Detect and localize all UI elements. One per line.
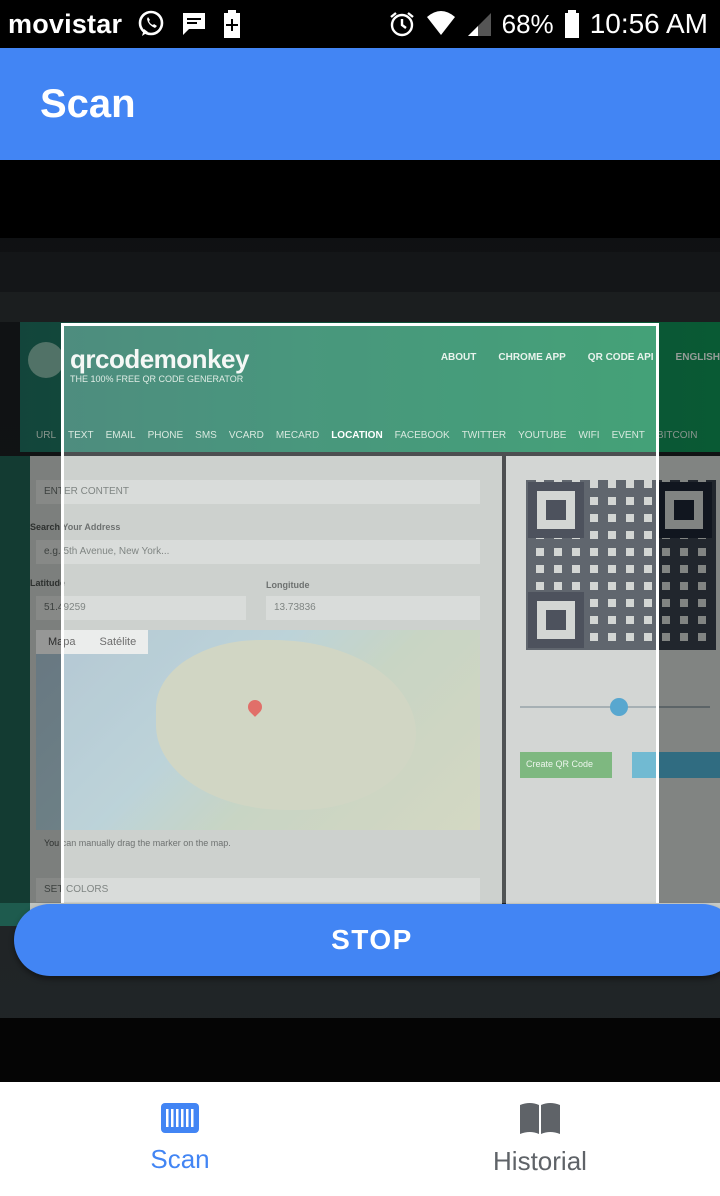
nav-label-scan: Scan <box>150 1144 210 1174</box>
page-title: Scan <box>40 81 136 126</box>
scan-shade-left <box>0 323 61 903</box>
nav-item-historial[interactable]: Historial <box>360 1082 720 1196</box>
signal-icon <box>466 11 492 37</box>
nav-item-scan[interactable]: Scan <box>0 1082 360 1196</box>
barcode-scan-icon <box>161 1103 199 1138</box>
wifi-icon <box>426 11 456 37</box>
book-icon <box>518 1101 562 1140</box>
stop-button[interactable]: STOP <box>14 904 720 976</box>
status-right: 68% 10:56 AM <box>388 8 708 40</box>
battery-saver-icon <box>222 9 242 39</box>
battery-percent: 68% <box>501 8 554 39</box>
scan-frame <box>61 323 659 903</box>
nav-label-historial: Historial <box>493 1146 587 1176</box>
carrier-name: movistar <box>8 8 123 39</box>
status-left: movistar <box>8 9 242 40</box>
scan-shade-top <box>0 160 720 323</box>
clock: 10:56 AM <box>589 8 708 39</box>
alarm-icon <box>388 10 416 38</box>
bottom-nav: Scan Historial <box>0 1082 720 1196</box>
whatsapp-icon <box>136 9 166 39</box>
battery-icon <box>564 9 580 39</box>
scan-shade-right <box>659 323 720 903</box>
message-icon <box>180 10 208 38</box>
status-bar: movistar 68% 10:56 AM <box>0 0 720 48</box>
app-bar: Scan <box>0 48 720 160</box>
camera-preview: qrcodemonkey THE 100% FREE QR CODE GENER… <box>0 160 720 1082</box>
